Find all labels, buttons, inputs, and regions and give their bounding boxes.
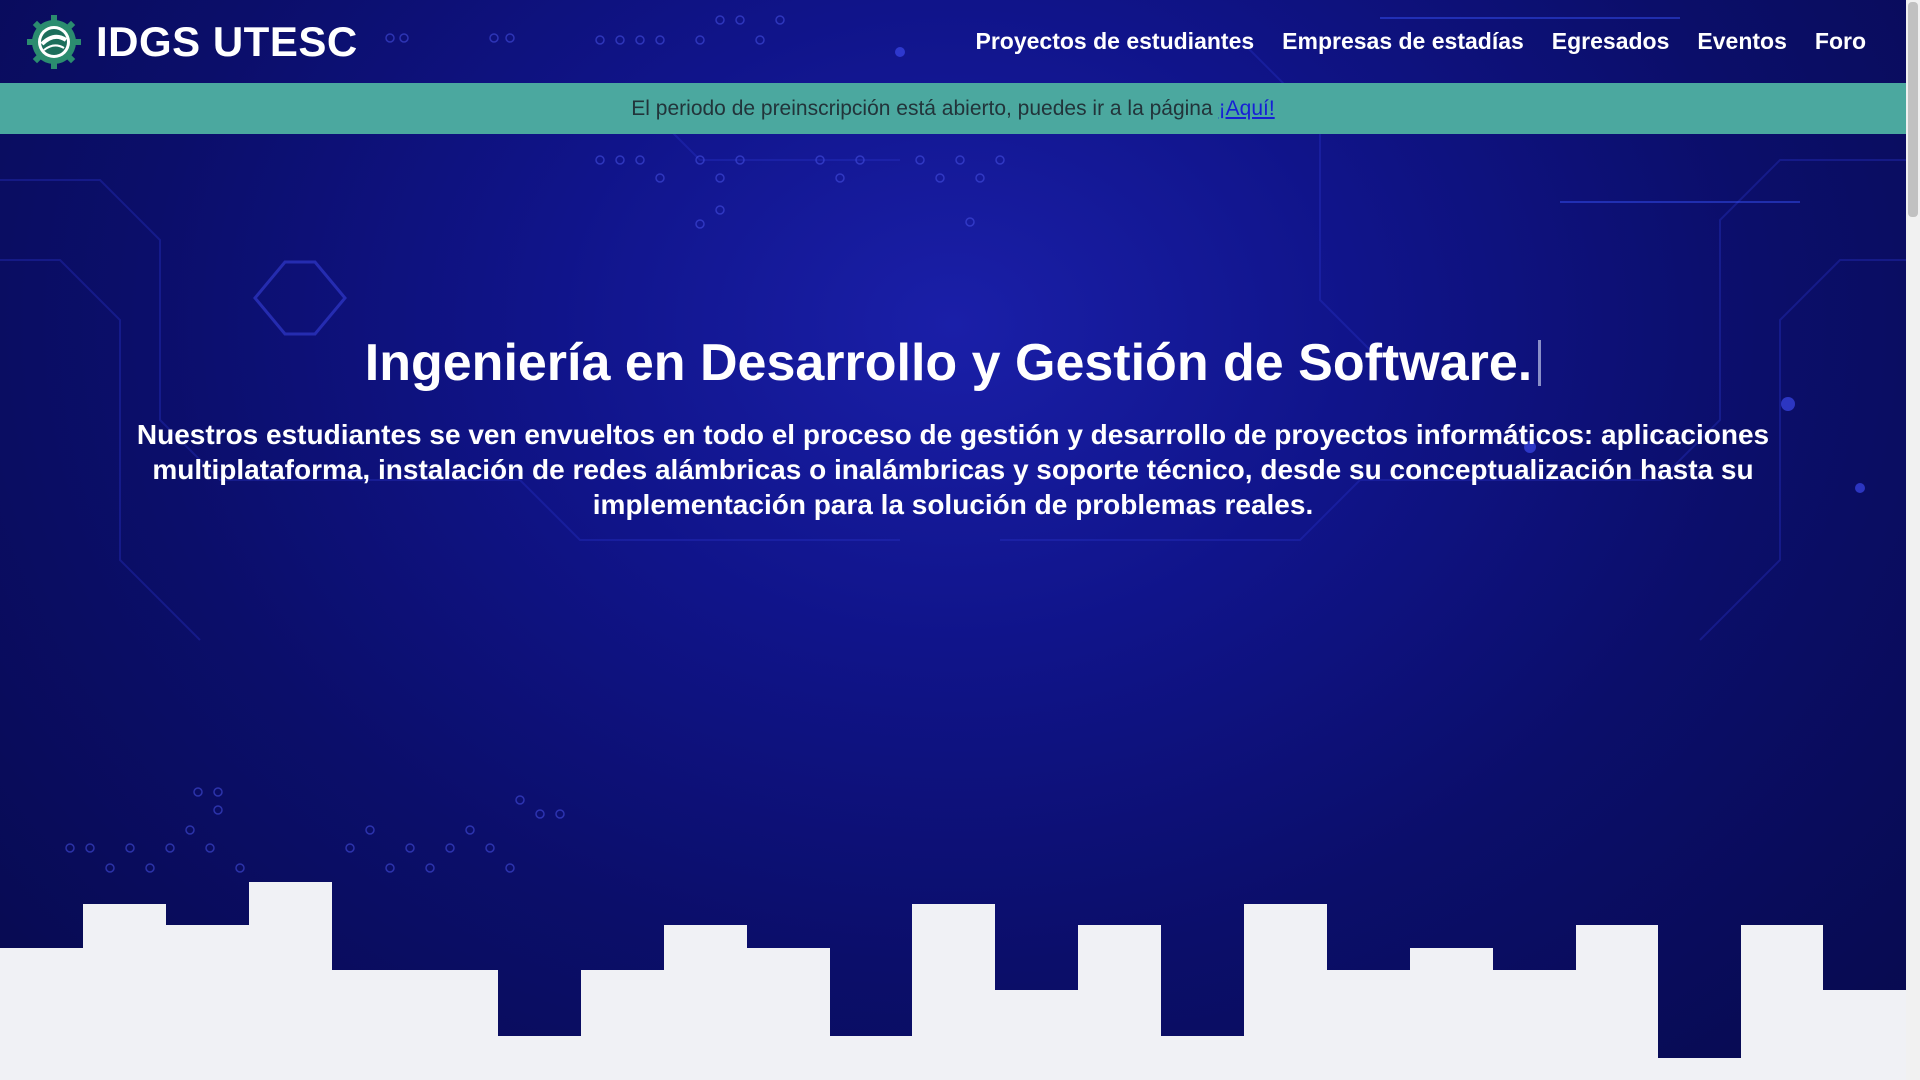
main-nav: Proyectos de estudiantes Empresas de est… xyxy=(976,0,1867,83)
brand-name: IDGS UTESC xyxy=(96,17,358,65)
nav-link-eventos[interactable]: Eventos xyxy=(1697,28,1786,55)
hero-title: Ingeniería en Desarrollo y Gestión de So… xyxy=(0,333,1906,393)
nav-link-empresas[interactable]: Empresas de estadías xyxy=(1282,28,1524,55)
page: IDGS UTESC Proyectos de estudiantes Empr… xyxy=(0,0,1906,1080)
top-navbar: IDGS UTESC Proyectos de estudiantes Empr… xyxy=(0,0,1906,83)
nav-link-foro[interactable]: Foro xyxy=(1815,28,1866,55)
nav-link-egresados[interactable]: Egresados xyxy=(1552,28,1670,55)
scrollbar-thumb[interactable] xyxy=(1908,2,1918,217)
typing-cursor xyxy=(1538,340,1542,386)
banner-link[interactable]: ¡Aquí! xyxy=(1219,97,1275,121)
nav-link-proyectos[interactable]: Proyectos de estudiantes xyxy=(976,28,1255,55)
brand[interactable]: IDGS UTESC xyxy=(26,14,358,70)
preinscription-banner: El periodo de preinscripción está abiert… xyxy=(0,83,1906,134)
hero-title-text: Ingeniería en Desarrollo y Gestión de So… xyxy=(364,334,1533,392)
skyline-decoration xyxy=(0,882,1906,1080)
page-scrollbar[interactable] xyxy=(1906,0,1920,1080)
utesc-gear-logo-icon xyxy=(27,14,81,69)
hero-description: Nuestros estudiantes se ven envueltos en… xyxy=(136,419,1770,520)
banner-text: El periodo de preinscripción está abiert… xyxy=(631,96,1213,120)
